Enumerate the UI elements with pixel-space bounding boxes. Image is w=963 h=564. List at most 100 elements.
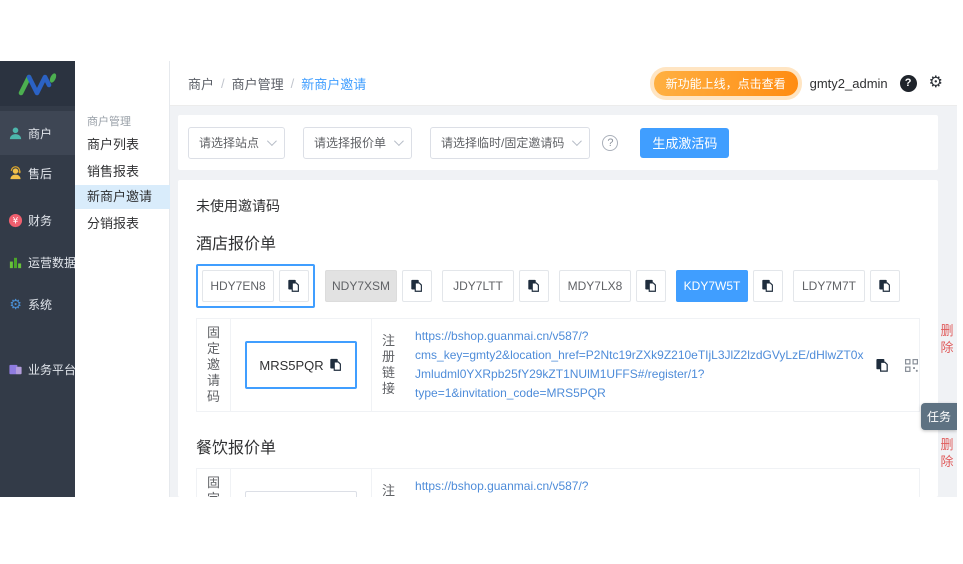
filter-help-icon[interactable]: ? xyxy=(602,134,619,151)
merchant-person-icon xyxy=(8,126,23,141)
sidebar-item-operations-data[interactable]: 运营数据 xyxy=(0,245,77,279)
copy-icon[interactable] xyxy=(519,270,549,302)
register-link[interactable]: https://bshop.guanmai.cn/v587/? cms_key=… xyxy=(415,477,867,497)
breadcrumb-separator: / xyxy=(221,75,225,91)
site-select-placeholder: 请选择站点 xyxy=(199,136,260,150)
code-chip[interactable]: MDY7LX8 xyxy=(559,270,666,302)
code-chip-selected[interactable]: HDY7EN8 xyxy=(196,264,315,308)
qr-code-icon[interactable] xyxy=(904,358,919,373)
register-link-label: 注册链接 xyxy=(382,333,396,396)
register-link-line2: cms_key=gmty2&location_href=P2Ntc19rZXk9… xyxy=(415,348,864,381)
breadcrumb: 商户 / 商户管理 / 新商户邀请 xyxy=(188,74,366,93)
register-link-label: 注册链接 xyxy=(382,483,396,497)
sidebar-item-label: 财务 xyxy=(28,213,53,228)
fixed-code-box[interactable]: F525Q8D xyxy=(245,491,358,497)
generate-code-button[interactable]: 生成激活码 xyxy=(640,127,730,158)
fixed-code-cell: F525Q8D xyxy=(230,469,373,497)
invite-type-placeholder: 请选择临时/固定邀请码 xyxy=(441,136,565,150)
sidebar-item-finance[interactable]: ¥ 财务 xyxy=(0,203,75,237)
row-actions xyxy=(875,358,919,373)
code-chip-active[interactable]: KDY7W5T xyxy=(676,270,783,302)
invite-code[interactable]: LDY7M7T xyxy=(793,270,865,302)
bar-chart-icon xyxy=(8,255,23,270)
quote-select-placeholder: 请选择报价单 xyxy=(314,136,387,150)
sidebar-item-label: 业务平台 xyxy=(28,362,77,377)
fixed-code-cell: MRS5PQR xyxy=(230,319,373,411)
copy-icon[interactable] xyxy=(329,358,343,372)
hotel-code-chips: HDY7EN8 NDY7XSM JDY7LTT MDY7LX8 KDY7W5T … xyxy=(196,264,920,308)
breadcrumb-merchant-management[interactable]: 商户管理 xyxy=(232,74,284,93)
sidebar-item-label: 售后 xyxy=(28,166,53,181)
copy-icon[interactable] xyxy=(870,270,900,302)
business-platform-icon xyxy=(8,362,23,377)
quote-select[interactable]: 请选择报价单 xyxy=(303,126,413,159)
hotel-section-title: 酒店报价单 xyxy=(196,236,277,253)
secondary-sidebar: 商户管理 商户列表 销售报表 新商户邀请 分销报表 xyxy=(75,61,170,497)
copy-icon[interactable] xyxy=(875,358,890,373)
task-badge[interactable]: 任务 xyxy=(920,403,957,430)
app-window: 商户 售后 ¥ 财务 运营数据 ⚙ 系统 业务平台 商户管理 商户列表 销售报表… xyxy=(0,61,957,497)
topbar-right: 新功能上线，点击查看 gmty2_admin ? ⚙ xyxy=(653,70,943,96)
delete-catering-code-button[interactable]: 删除 xyxy=(939,436,955,470)
submenu-item-new-merchant-invite[interactable]: 新商户邀请 xyxy=(75,185,170,209)
page: 商户 售后 ¥ 财务 运营数据 ⚙ 系统 业务平台 商户管理 商户列表 销售报表… xyxy=(0,0,963,564)
invite-code[interactable]: HDY7EN8 xyxy=(202,270,274,302)
fixed-code-value: MRS5PQR xyxy=(259,357,324,373)
sidebar-item-merchant[interactable]: 商户 xyxy=(0,111,75,155)
sidebar-item-business-platform[interactable]: 业务平台 xyxy=(0,352,77,386)
submenu-item-merchant-list[interactable]: 商户列表 xyxy=(75,133,170,157)
fixed-code-label: 固定邀请码 xyxy=(207,325,221,404)
main-area: 请选择站点 请选择报价单 请选择临时/固定邀请码 ? 生成激活码 未使用邀请码 … xyxy=(170,106,957,497)
invite-code[interactable]: JDY7LTT xyxy=(442,270,514,302)
invite-code[interactable]: MDY7LX8 xyxy=(559,270,631,302)
fixed-code-box[interactable]: MRS5PQR xyxy=(245,341,358,389)
breadcrumb-merchant[interactable]: 商户 xyxy=(188,74,214,93)
invitation-codes-panel: 未使用邀请码 酒店报价单 HDY7EN8 NDY7XSM JDY7LTT MDY… xyxy=(178,180,938,497)
fixed-code-label: 固定邀请码 xyxy=(207,475,221,497)
hotel-fixed-code-row: 固定邀请码 MRS5PQR 注册链接 https://bshop.guanmai… xyxy=(196,318,920,412)
invite-code[interactable]: KDY7W5T xyxy=(676,270,748,302)
system-gear-icon: ⚙ xyxy=(9,296,22,312)
breadcrumb-current: 新商户邀请 xyxy=(301,76,367,92)
submenu-item-distribution-report[interactable]: 分销报表 xyxy=(75,212,170,236)
catering-section-title: 餐饮报价单 xyxy=(196,440,277,457)
copy-icon[interactable] xyxy=(402,270,432,302)
code-chip[interactable]: NDY7XSM xyxy=(325,270,432,302)
sidebar-item-label: 系统 xyxy=(28,297,53,312)
svg-text:¥: ¥ xyxy=(13,216,19,226)
register-link[interactable]: https://bshop.guanmai.cn/v587/? cms_key=… xyxy=(415,327,867,403)
code-chip[interactable]: JDY7LTT xyxy=(442,270,549,302)
register-link-line3: type=1&invitation_code=MRS5PQR xyxy=(415,386,606,400)
invite-code[interactable]: NDY7XSM xyxy=(325,270,397,302)
delete-hotel-code-button[interactable]: 删除 xyxy=(939,322,955,356)
unused-codes-title: 未使用邀请码 xyxy=(196,198,280,214)
submenu-title: 商户管理 xyxy=(87,116,131,128)
sidebar-item-aftersale[interactable]: 售后 xyxy=(0,156,75,190)
logo[interactable] xyxy=(0,61,75,106)
submenu-item-sales-report[interactable]: 销售报表 xyxy=(75,160,170,184)
register-link-line1: https://bshop.guanmai.cn/v587/? xyxy=(415,479,589,493)
copy-icon[interactable] xyxy=(753,270,783,302)
settings-gear-icon[interactable]: ⚙ xyxy=(929,75,943,91)
primary-sidebar: 商户 售后 ¥ 财务 运营数据 ⚙ 系统 业务平台 xyxy=(0,61,77,497)
help-icon[interactable]: ? xyxy=(899,74,917,92)
sidebar-item-system[interactable]: ⚙ 系统 xyxy=(0,287,75,321)
chevron-down-icon xyxy=(393,136,404,147)
catering-fixed-code-row: 固定邀请码 F525Q8D 注册链接 https://bshop.guanmai… xyxy=(196,468,920,497)
aftersale-headset-icon xyxy=(8,165,23,181)
chevron-down-icon xyxy=(572,136,583,147)
code-chip[interactable]: LDY7M7T xyxy=(793,270,900,302)
copy-icon[interactable] xyxy=(279,270,309,302)
sidebar-item-label: 运营数据 xyxy=(28,255,77,270)
chevron-down-icon xyxy=(266,136,277,147)
breadcrumb-separator: / xyxy=(290,75,295,91)
site-select[interactable]: 请选择站点 xyxy=(188,126,286,159)
finance-yen-icon: ¥ xyxy=(8,213,23,228)
new-feature-notice-badge[interactable]: 新功能上线，点击查看 xyxy=(653,70,798,96)
filter-bar: 请选择站点 请选择报价单 请选择临时/固定邀请码 ? 生成激活码 xyxy=(178,115,938,170)
copy-icon[interactable] xyxy=(636,270,666,302)
topbar: 商户 / 商户管理 / 新商户邀请 新功能上线，点击查看 gmty2_admin… xyxy=(170,61,957,106)
guanmai-logo-icon xyxy=(18,72,56,95)
username[interactable]: gmty2_admin xyxy=(810,76,888,91)
invite-type-select[interactable]: 请选择临时/固定邀请码 xyxy=(430,126,591,159)
